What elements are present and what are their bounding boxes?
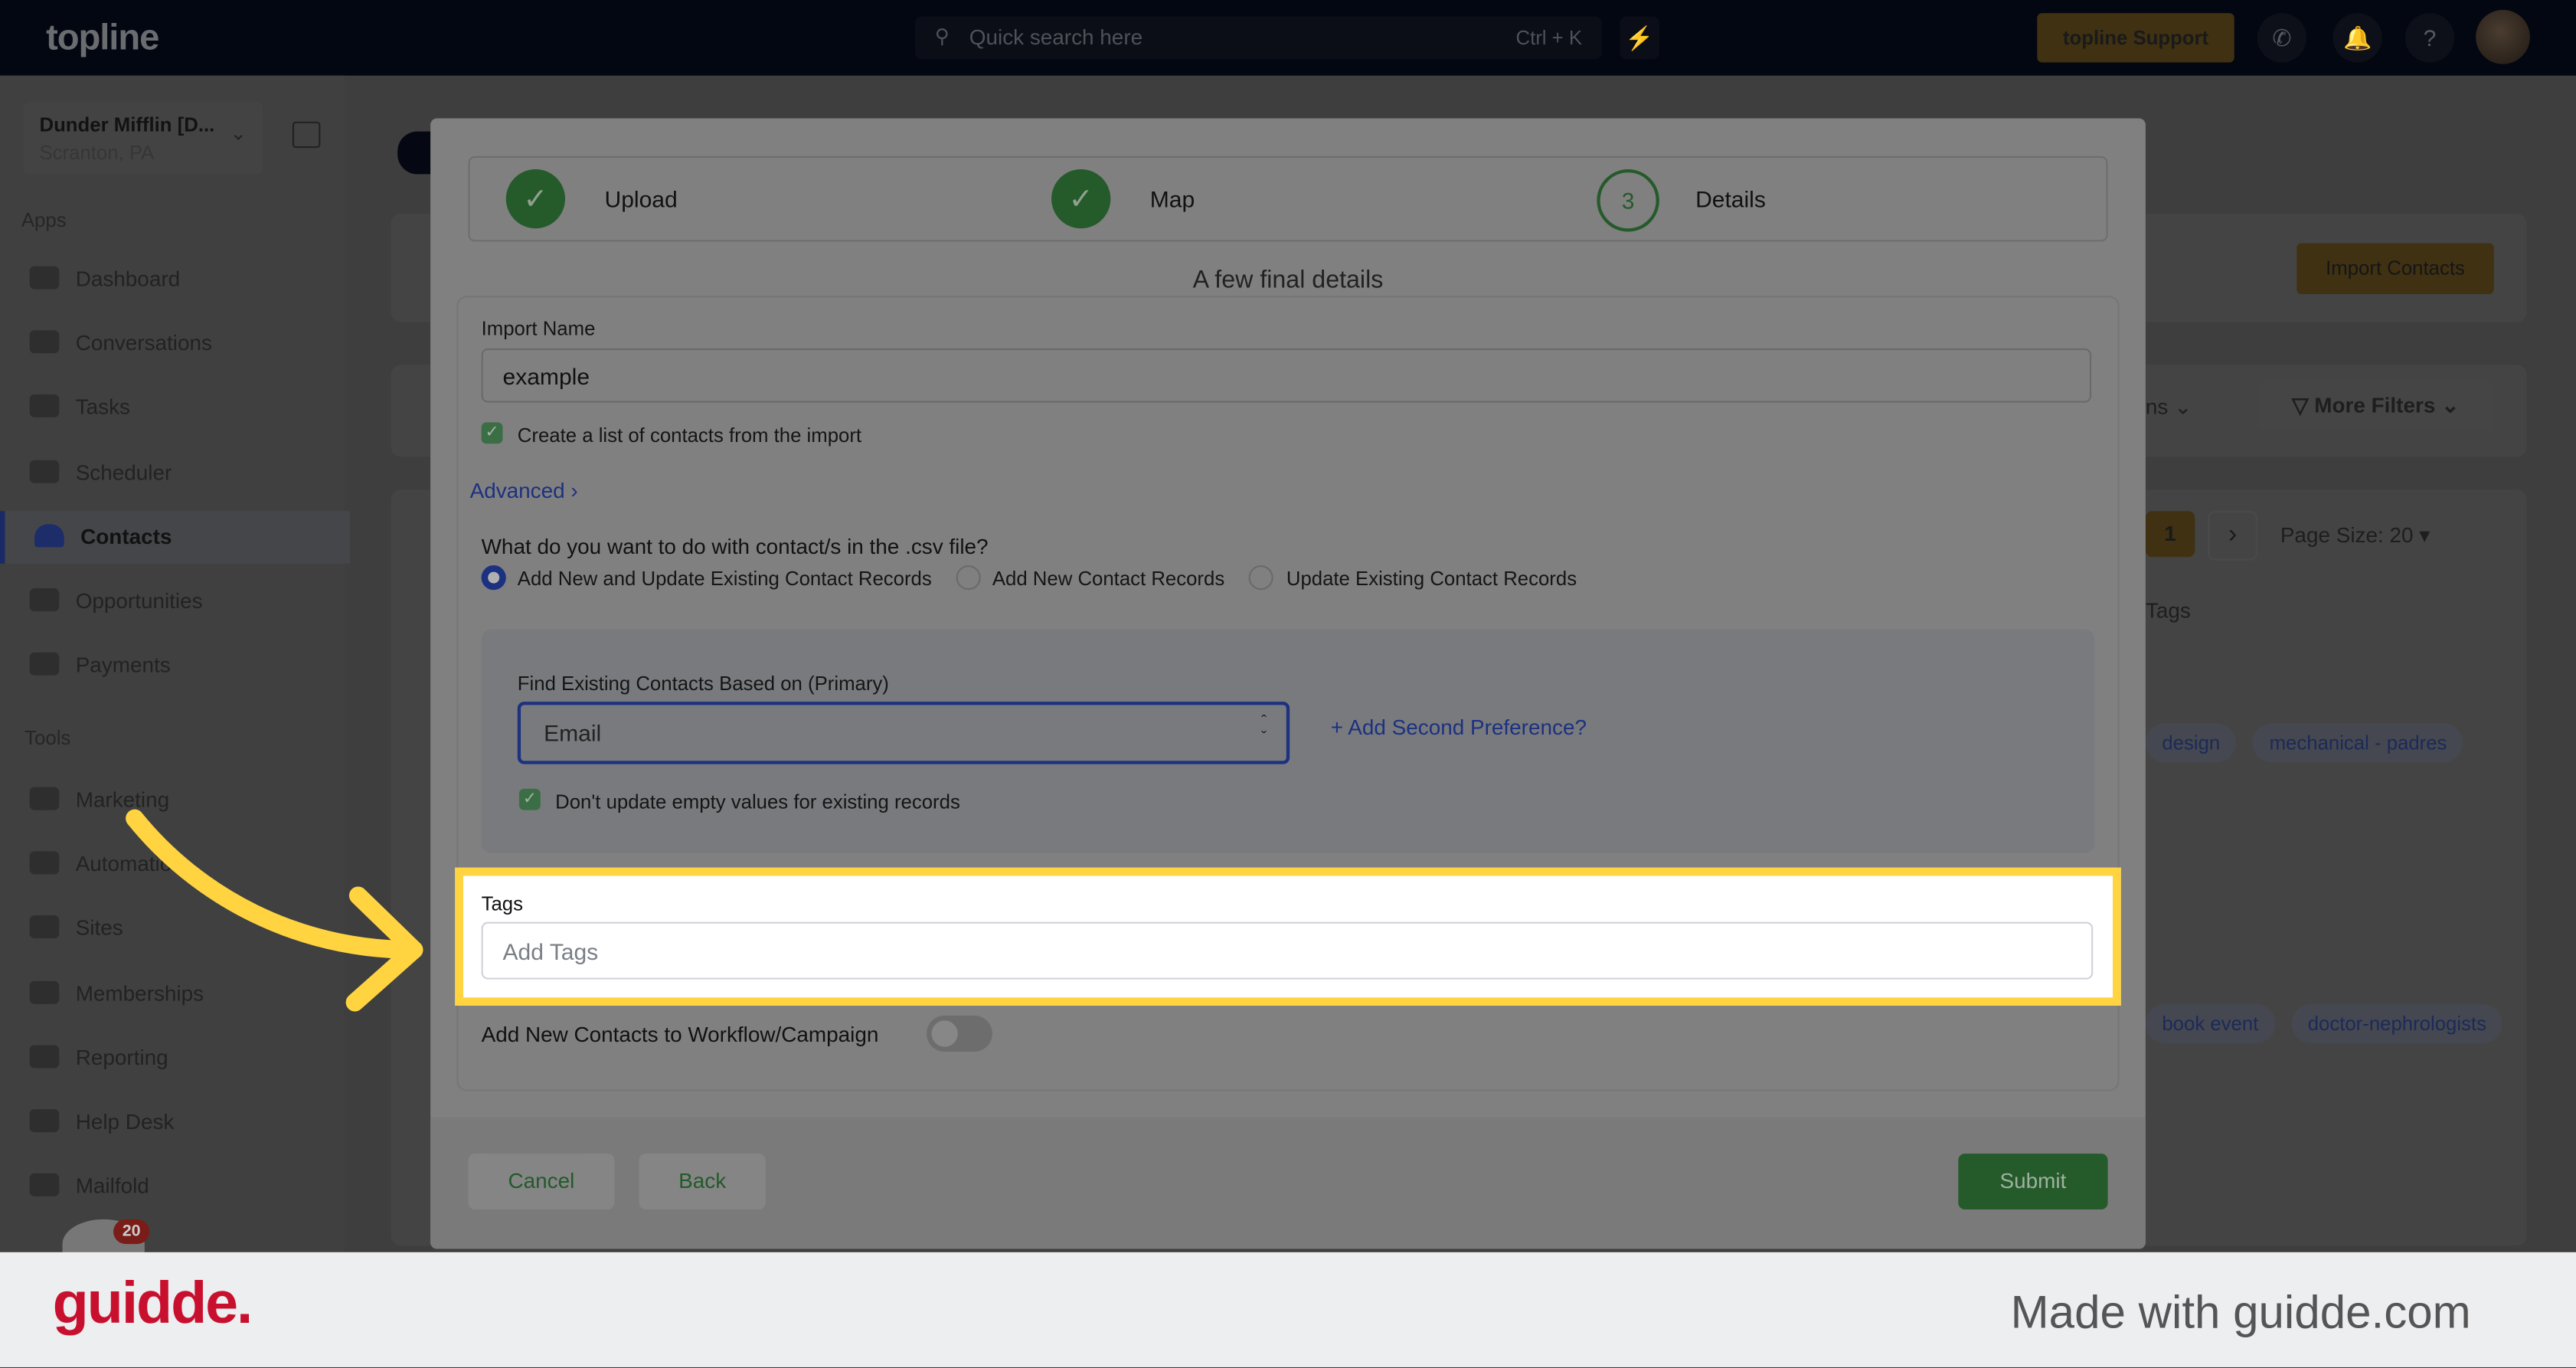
guidde-logo: guidde. [52, 1268, 253, 1337]
screen: topline ⚲ Quick search here Ctrl + K ⚡ t… [0, 0, 2576, 1367]
made-with-guidde: Made with guidde.com [2010, 1286, 2471, 1338]
pointer-arrow-icon [126, 809, 423, 1012]
